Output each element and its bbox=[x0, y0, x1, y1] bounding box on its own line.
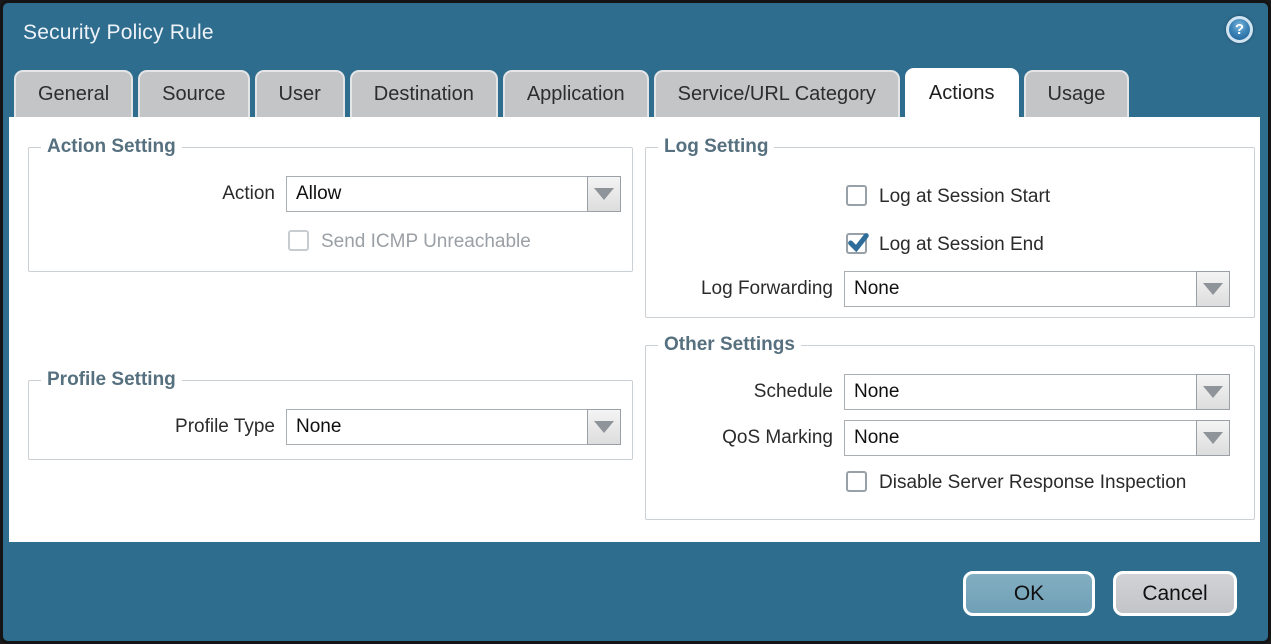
schedule-dropdown[interactable]: None bbox=[844, 374, 1230, 410]
cancel-button[interactable]: Cancel bbox=[1113, 571, 1237, 616]
tab-destination[interactable]: Destination bbox=[350, 70, 498, 117]
checkmark-icon bbox=[847, 232, 869, 254]
profile-type-dropdown[interactable]: None bbox=[286, 409, 621, 445]
tab-source[interactable]: Source bbox=[138, 70, 249, 117]
tab-bar: General Source User Destination Applicat… bbox=[14, 68, 1129, 117]
log-setting-group: Log Setting Log at Session Start Log at … bbox=[645, 147, 1255, 318]
tab-service-url-category[interactable]: Service/URL Category bbox=[654, 70, 900, 117]
action-dropdown-button[interactable] bbox=[587, 176, 621, 212]
tab-user[interactable]: User bbox=[255, 70, 345, 117]
tab-application[interactable]: Application bbox=[503, 70, 649, 117]
log-at-session-end-label[interactable]: Log at Session End bbox=[879, 234, 1044, 256]
help-icon[interactable]: ? bbox=[1226, 16, 1253, 43]
log-at-session-start-label[interactable]: Log at Session Start bbox=[879, 186, 1050, 208]
action-setting-group: Action Setting Action Allow Send ICMP Un… bbox=[28, 147, 633, 272]
tab-general[interactable]: General bbox=[14, 70, 133, 117]
schedule-dropdown-value[interactable]: None bbox=[844, 374, 1197, 410]
log-at-session-start-checkbox[interactable] bbox=[846, 185, 867, 206]
action-label: Action bbox=[29, 176, 275, 212]
log-forwarding-label: Log Forwarding bbox=[646, 271, 833, 307]
action-dropdown[interactable]: Allow bbox=[286, 176, 621, 212]
action-setting-legend: Action Setting bbox=[41, 136, 182, 158]
action-dropdown-value[interactable]: Allow bbox=[286, 176, 588, 212]
qos-marking-label: QoS Marking bbox=[646, 420, 833, 456]
profile-setting-group: Profile Setting Profile Type None bbox=[28, 380, 633, 460]
disable-server-response-inspection-checkbox[interactable] bbox=[846, 471, 867, 492]
log-at-session-end-checkbox[interactable] bbox=[846, 233, 867, 254]
schedule-dropdown-button[interactable] bbox=[1196, 374, 1230, 410]
qos-marking-dropdown-value[interactable]: None bbox=[844, 420, 1197, 456]
log-forwarding-dropdown-button[interactable] bbox=[1196, 271, 1230, 307]
chevron-down-icon bbox=[1203, 283, 1223, 295]
chevron-down-icon bbox=[1203, 432, 1223, 444]
qos-marking-dropdown[interactable]: None bbox=[844, 420, 1230, 456]
disable-server-response-inspection-label[interactable]: Disable Server Response Inspection bbox=[879, 472, 1186, 494]
tab-usage[interactable]: Usage bbox=[1024, 70, 1130, 117]
log-forwarding-dropdown-value[interactable]: None bbox=[844, 271, 1197, 307]
other-settings-legend: Other Settings bbox=[658, 334, 801, 356]
send-icmp-unreachable-label: Send ICMP Unreachable bbox=[321, 231, 531, 253]
chevron-down-icon bbox=[594, 421, 614, 433]
tab-actions[interactable]: Actions bbox=[905, 68, 1019, 117]
profile-type-dropdown-value[interactable]: None bbox=[286, 409, 588, 445]
other-settings-group: Other Settings Schedule None QoS Marking… bbox=[645, 345, 1255, 520]
actions-tab-panel: Action Setting Action Allow Send ICMP Un… bbox=[9, 117, 1260, 542]
log-forwarding-dropdown[interactable]: None bbox=[844, 271, 1230, 307]
ok-button[interactable]: OK bbox=[963, 571, 1095, 616]
security-policy-rule-dialog: Security Policy Rule ? General Source Us… bbox=[0, 0, 1271, 644]
profile-type-dropdown-button[interactable] bbox=[587, 409, 621, 445]
profile-type-label: Profile Type bbox=[29, 409, 275, 445]
profile-setting-legend: Profile Setting bbox=[41, 369, 182, 391]
chevron-down-icon bbox=[1203, 386, 1223, 398]
qos-marking-dropdown-button[interactable] bbox=[1196, 420, 1230, 456]
dialog-title: Security Policy Rule bbox=[23, 21, 214, 45]
log-setting-legend: Log Setting bbox=[658, 136, 774, 158]
schedule-label: Schedule bbox=[646, 374, 833, 410]
send-icmp-unreachable-checkbox[interactable] bbox=[288, 230, 309, 251]
chevron-down-icon bbox=[594, 188, 614, 200]
